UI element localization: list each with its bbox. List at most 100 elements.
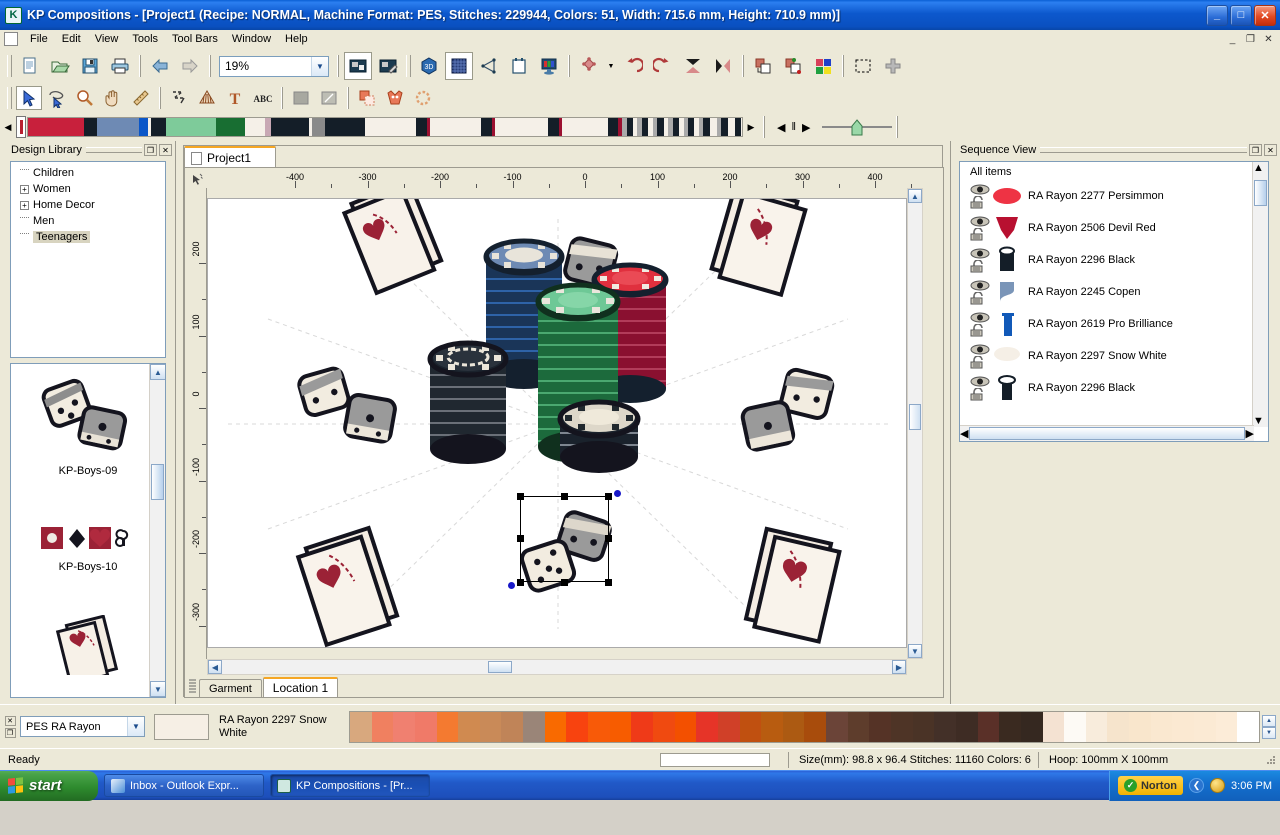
scroll-down-button[interactable]: ▼ <box>908 644 922 658</box>
palette-swatch[interactable] <box>1237 711 1259 742</box>
palette-swatch[interactable] <box>804 711 827 742</box>
palette-restore-button[interactable]: ❐ <box>4 727 16 738</box>
color-segment[interactable] <box>547 118 559 136</box>
thumbnail-item[interactable]: KP-Boys-10 <box>11 517 165 573</box>
border-tool[interactable] <box>410 86 436 110</box>
thumbnail-scrollbar[interactable]: ▲ ▼ <box>149 364 165 697</box>
zoom-combo[interactable]: 19% ▼ <box>219 55 329 77</box>
palette-swatch[interactable] <box>761 711 783 742</box>
palette-swatch[interactable] <box>891 711 913 742</box>
palette-swatch[interactable] <box>1020 711 1043 742</box>
design-canvas[interactable] <box>207 188 923 659</box>
palette-swatch[interactable] <box>479 711 502 742</box>
color-segment[interactable] <box>709 118 717 136</box>
color-segment[interactable] <box>84 118 97 136</box>
tree-node-men[interactable]: Men <box>14 213 165 229</box>
palette-scroll-up-icon[interactable]: ▲ <box>1262 714 1276 727</box>
palette-swatch[interactable] <box>934 711 956 742</box>
palette-swatch[interactable] <box>1107 711 1130 742</box>
selection-handle-e[interactable] <box>605 535 612 542</box>
color-segment[interactable] <box>562 118 608 136</box>
menu-item-tools[interactable]: Tools <box>125 31 165 47</box>
sequence-row[interactable]: RA Rayon 2296 Black <box>960 244 1268 276</box>
menu-item-view[interactable]: View <box>88 31 126 47</box>
color-segment[interactable] <box>216 118 246 136</box>
scrollbar-thumb[interactable] <box>909 404 921 430</box>
palette-swatch[interactable] <box>912 711 935 742</box>
scroll-down-button[interactable]: ▼ <box>1253 415 1264 427</box>
color-segment[interactable] <box>607 118 619 136</box>
select-all-button[interactable] <box>849 52 877 80</box>
scroll-down-button[interactable]: ▼ <box>150 681 165 697</box>
color-sequence-strip[interactable] <box>27 117 743 137</box>
back-arrow-button[interactable] <box>146 52 174 80</box>
lasso-select-tool[interactable] <box>44 86 70 110</box>
location-tabs-grip[interactable] <box>188 678 197 696</box>
toolbar-grip[interactable] <box>406 55 411 77</box>
hoop-sheet[interactable] <box>207 198 907 648</box>
palette-swatch[interactable] <box>826 711 848 742</box>
redo-button[interactable] <box>649 52 677 80</box>
color-segment[interactable] <box>430 118 481 136</box>
palette-swatch[interactable] <box>1215 711 1238 742</box>
shape-dropdown-icon[interactable]: ▼ <box>605 52 617 80</box>
grid-view-button[interactable] <box>445 52 473 80</box>
undo-button[interactable] <box>619 52 647 80</box>
palette-swatch[interactable] <box>1172 711 1194 742</box>
palette-swatch[interactable] <box>566 711 589 742</box>
start-button[interactable]: start <box>0 770 98 801</box>
visibility-toggle[interactable] <box>970 309 992 339</box>
sequence-row[interactable]: RA Rayon 2245 Copen <box>960 276 1268 308</box>
selection-handle-s[interactable] <box>561 579 568 586</box>
scrollbar-thumb[interactable] <box>969 427 1245 440</box>
play-next-button[interactable]: ▶ <box>802 121 810 134</box>
thumbnail-item[interactable]: KP-Boys-09 <box>11 368 165 477</box>
color-segment[interactable] <box>96 118 139 136</box>
palette-swatch[interactable] <box>544 711 567 742</box>
palette-swatch[interactable] <box>458 711 480 742</box>
palette-swatch[interactable] <box>523 711 545 742</box>
selection-handle-w[interactable] <box>517 535 524 542</box>
color-segment[interactable] <box>138 118 148 136</box>
stitch-path-tool[interactable] <box>166 86 192 110</box>
close-button[interactable]: ✕ <box>1254 4 1276 26</box>
selection-bounding-box[interactable] <box>520 496 609 582</box>
print-button[interactable] <box>106 52 134 80</box>
sequence-view-list[interactable]: All items RA Rayon 2277 Persimmon RA Rayo… <box>959 161 1269 442</box>
pan-hand-tool[interactable] <box>100 86 126 110</box>
scroll-left-button[interactable]: ◀ <box>208 660 222 674</box>
sequence-view-restore-button[interactable]: ❐ <box>1249 144 1262 156</box>
play-pause-button[interactable]: ‖ <box>791 121 796 133</box>
new-document-button[interactable] <box>16 52 44 80</box>
palette-swatch[interactable] <box>1193 711 1216 742</box>
send-forward-button[interactable] <box>779 52 807 80</box>
palette-swatch[interactable] <box>501 711 524 742</box>
palette-swatch[interactable] <box>393 711 415 742</box>
tray-expand-icon[interactable]: ❮ <box>1189 778 1205 793</box>
palette-swatch[interactable] <box>977 711 1000 742</box>
outline-swatch-tool[interactable] <box>316 86 342 110</box>
tab-location-1[interactable]: Location 1 <box>262 677 339 698</box>
rotation-handle-sw[interactable] <box>508 582 515 589</box>
toolbar-grip[interactable] <box>7 87 12 109</box>
color-segment[interactable] <box>727 118 736 136</box>
thumbnail-item[interactable] <box>11 609 165 687</box>
palette-swatch[interactable] <box>1150 711 1173 742</box>
selection-handle-n[interactable] <box>561 493 568 500</box>
visibility-toggle[interactable] <box>970 245 992 275</box>
current-color-swatch[interactable] <box>154 713 209 740</box>
selection-handle-se[interactable] <box>605 579 612 586</box>
palette-swatch[interactable] <box>696 711 718 742</box>
taskbar-item-kp-compositions[interactable]: KP Compositions - [Pr... <box>270 774 430 797</box>
fill-swatch-tool[interactable] <box>288 86 314 110</box>
taskbar-clock[interactable]: 3:06 PM <box>1231 780 1272 792</box>
design-library-close-button[interactable]: ✕ <box>159 144 172 156</box>
palette-swatch[interactable] <box>652 711 675 742</box>
open-folder-button[interactable] <box>46 52 74 80</box>
measure-tool[interactable] <box>128 86 154 110</box>
sequence-row[interactable]: RA Rayon 2277 Persimmon <box>960 180 1268 212</box>
palette-close-button[interactable]: ✕ <box>4 715 16 726</box>
menu-item-edit[interactable]: Edit <box>55 31 88 47</box>
selection-handle-sw[interactable] <box>517 579 524 586</box>
toolbar-grip[interactable] <box>7 55 12 77</box>
